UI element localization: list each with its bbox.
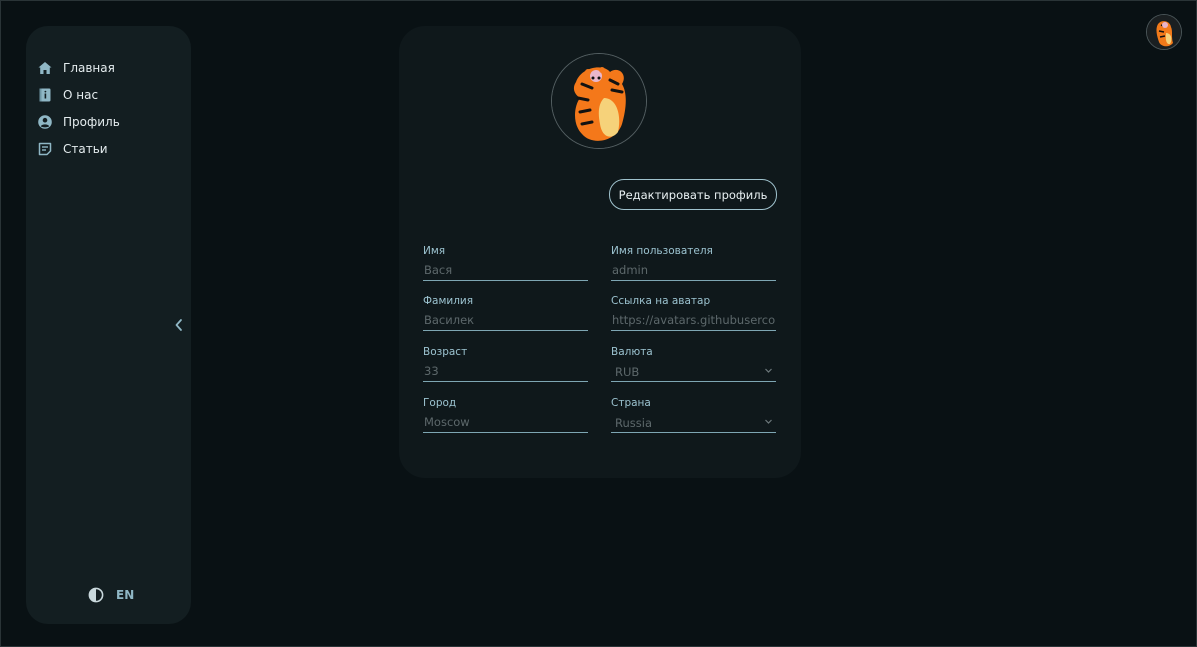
age-input[interactable]: 33 bbox=[424, 364, 587, 378]
sidebar-item-label: Статьи bbox=[63, 141, 108, 156]
currency-select[interactable]: RUB bbox=[615, 365, 778, 379]
field-label: Имя bbox=[423, 245, 446, 257]
field-label: Ссылка на аватар bbox=[611, 295, 711, 307]
field-label: Страна bbox=[611, 397, 651, 409]
user-circle-icon bbox=[38, 114, 52, 129]
first-name-input[interactable]: Вася bbox=[424, 263, 587, 277]
field-underline bbox=[423, 330, 588, 331]
sidebar-item-articles[interactable]: Статьи bbox=[38, 135, 120, 162]
sidebar-nav: Главная О нас Профиль Статьи bbox=[38, 54, 120, 162]
field-underline bbox=[423, 432, 588, 433]
app-window: Главная О нас Профиль Статьи EN Редактир… bbox=[0, 0, 1197, 647]
collapse-sidebar-button[interactable] bbox=[172, 317, 186, 333]
country-field[interactable]: Страна Russia bbox=[611, 397, 776, 443]
field-label: Фамилия bbox=[423, 295, 474, 307]
country-select[interactable]: Russia bbox=[615, 416, 778, 430]
avatar-url-field[interactable]: Ссылка на аватар https://avatars.githubu… bbox=[611, 295, 776, 341]
currency-field[interactable]: Валюта RUB bbox=[611, 346, 776, 392]
username-field[interactable]: Имя пользователя admin bbox=[611, 245, 776, 291]
chevron-left-icon bbox=[172, 317, 186, 333]
chevron-down-icon[interactable] bbox=[764, 366, 773, 375]
age-field[interactable]: Возраст 33 bbox=[423, 346, 588, 392]
avatar bbox=[1147, 15, 1181, 49]
header-avatar-button[interactable] bbox=[1146, 14, 1182, 50]
profile-card: Редактировать профиль Имя Вася Фамилия В… bbox=[399, 26, 801, 478]
field-underline bbox=[611, 330, 776, 331]
field-label: Возраст bbox=[423, 346, 468, 358]
sidebar-item-label: О нас bbox=[63, 87, 99, 102]
field-underline bbox=[611, 280, 776, 281]
edit-profile-button[interactable]: Редактировать профиль bbox=[609, 179, 777, 210]
profile-avatar bbox=[551, 53, 647, 149]
chevron-down-icon[interactable] bbox=[764, 417, 773, 426]
city-input[interactable]: Moscow bbox=[424, 415, 587, 429]
sidebar: Главная О нас Профиль Статьи EN bbox=[26, 26, 191, 624]
sidebar-item-about[interactable]: О нас bbox=[38, 81, 120, 108]
article-icon bbox=[38, 142, 52, 156]
first-name-field[interactable]: Имя Вася bbox=[423, 245, 588, 291]
avatar bbox=[552, 54, 646, 148]
city-field[interactable]: Город Moscow bbox=[423, 397, 588, 443]
field-underline bbox=[423, 280, 588, 281]
field-underline bbox=[611, 381, 776, 382]
last-name-input[interactable]: Василек bbox=[424, 313, 587, 327]
sidebar-item-label: Главная bbox=[63, 60, 115, 75]
field-label: Город bbox=[423, 397, 457, 409]
last-name-field[interactable]: Фамилия Василек bbox=[423, 295, 588, 341]
info-book-icon bbox=[38, 88, 52, 102]
field-underline bbox=[423, 381, 588, 382]
username-input[interactable]: admin bbox=[612, 263, 775, 277]
half-circle-icon bbox=[88, 587, 104, 603]
sidebar-item-home[interactable]: Главная bbox=[38, 54, 120, 81]
sidebar-item-profile[interactable]: Профиль bbox=[38, 108, 120, 135]
sidebar-footer: EN bbox=[88, 587, 134, 603]
field-underline bbox=[611, 432, 776, 433]
field-label: Валюта bbox=[611, 346, 653, 358]
avatar-url-input[interactable]: https://avatars.githubusercontent.com bbox=[612, 313, 775, 327]
language-switch-button[interactable]: EN bbox=[116, 588, 134, 602]
home-icon bbox=[38, 61, 52, 75]
sidebar-item-label: Профиль bbox=[63, 114, 120, 129]
theme-toggle-button[interactable] bbox=[88, 587, 104, 603]
field-label: Имя пользователя bbox=[611, 245, 713, 257]
